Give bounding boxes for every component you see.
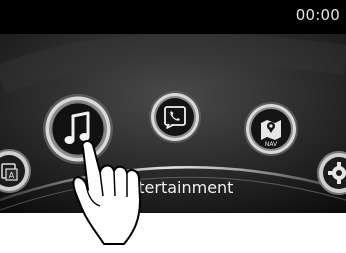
music-note-icon <box>43 94 113 164</box>
menu-item-settings[interactable] <box>316 150 346 196</box>
applications-icon: A <box>0 149 31 193</box>
menu-item-navigation[interactable]: NAV <box>243 101 299 157</box>
applications-badge: A <box>9 171 15 180</box>
selected-item-label: Entertainment <box>118 178 234 197</box>
phone-icon <box>149 91 201 143</box>
display-screen: 00:00 A NAV Entertainment <box>0 0 346 213</box>
menu-item-applications[interactable]: A <box>0 148 32 194</box>
menu-item-entertainment[interactable] <box>42 93 114 165</box>
navigation-badge: NAV <box>265 141 278 148</box>
status-bar: 00:00 <box>0 0 346 34</box>
clock: 00:00 <box>295 6 340 24</box>
gear-icon <box>317 151 346 195</box>
nav-map-icon: NAV <box>244 102 298 156</box>
menu-item-communication[interactable] <box>148 90 202 144</box>
